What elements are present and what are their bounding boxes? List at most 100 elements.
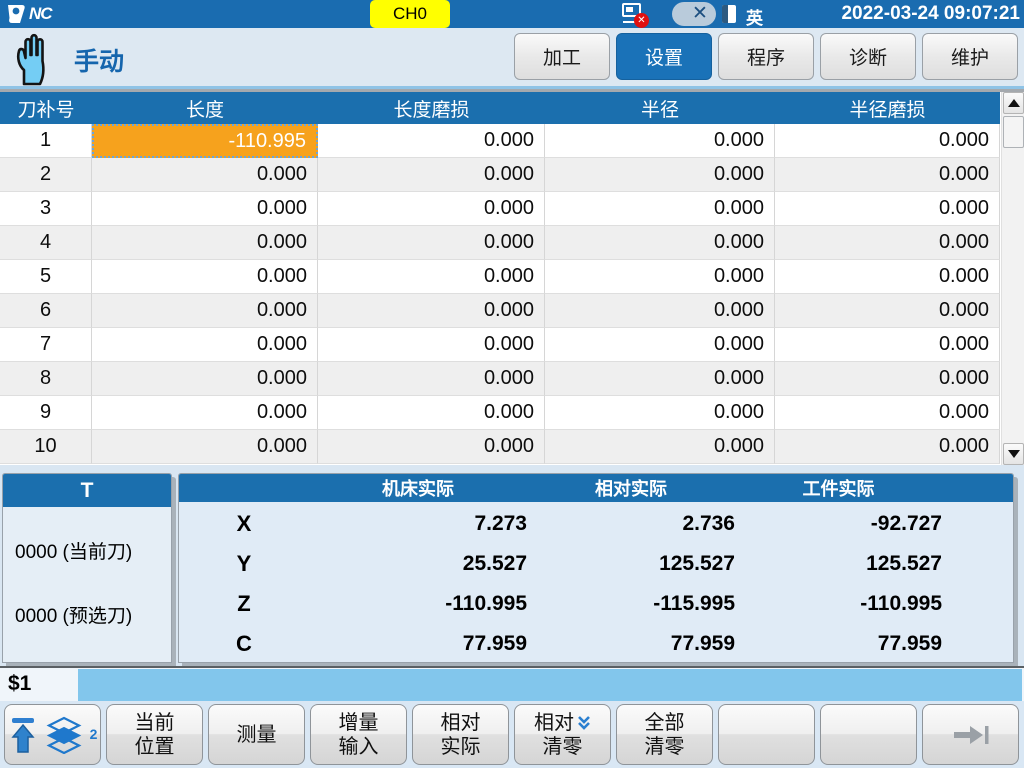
datetime-display: 2022-03-24 09:07:21 [841, 3, 1020, 25]
softkey-empty-2[interactable] [820, 704, 917, 765]
cnc-screen: NC CH0 ✕ ✕ 英 2022-03-24 09:07:21 手动 加工 设… [0, 0, 1024, 768]
cell-offset-no[interactable]: 9 [0, 396, 92, 430]
cell-radius-wear[interactable]: 0.000 [775, 226, 1000, 260]
channel-status-bar: $1 [0, 666, 1024, 701]
cell-radius[interactable]: 0.000 [545, 260, 775, 294]
channel-badge: CH0 [370, 0, 450, 28]
table-row: 2 0.000 0.000 0.000 0.000 [0, 158, 1000, 192]
softkey-clear-all[interactable]: 全部 清零 [616, 704, 713, 765]
cell-radius-wear[interactable]: 0.000 [775, 396, 1000, 430]
cell-radius-wear[interactable]: 0.000 [775, 328, 1000, 362]
cell-length-wear[interactable]: 0.000 [318, 192, 545, 226]
cell-length-wear[interactable]: 0.000 [318, 396, 545, 430]
tab-maintenance[interactable]: 维护 [922, 33, 1018, 80]
softkey-label: 清零 [645, 735, 685, 759]
cell-radius[interactable]: 0.000 [545, 226, 775, 260]
cell-offset-no[interactable]: 5 [0, 260, 92, 294]
table-row: 3 0.000 0.000 0.000 0.000 [0, 192, 1000, 226]
cell-length-wear[interactable]: 0.000 [318, 226, 545, 260]
cell-radius-wear[interactable]: 0.000 [775, 124, 1000, 158]
language-indicator[interactable]: 英 [746, 4, 763, 29]
mode-title: 手动 [74, 42, 124, 78]
cell-radius[interactable]: 0.000 [545, 124, 775, 158]
scroll-up-button[interactable] [1003, 92, 1024, 114]
softkey-relative-actual[interactable]: 相对 实际 [412, 704, 509, 765]
tab-diagnosis[interactable]: 诊断 [820, 33, 916, 80]
softkey-measure[interactable]: 测量 [208, 704, 305, 765]
softkey-relative-clear[interactable]: 相对 清零 [514, 704, 611, 765]
cell-offset-no[interactable]: 1 [0, 124, 92, 158]
cell-radius-wear[interactable]: 0.000 [775, 158, 1000, 192]
table-row: 5 0.000 0.000 0.000 0.000 [0, 260, 1000, 294]
cell-length[interactable]: 0.000 [92, 396, 318, 430]
softkey-label: 位置 [135, 735, 175, 759]
axis-label: Y [179, 544, 309, 584]
cell-radius-wear[interactable]: 0.000 [775, 294, 1000, 328]
tool-panel: T 0000 (当前刀) 0000 (预选刀) [2, 473, 172, 663]
cell-radius[interactable]: 0.000 [545, 158, 775, 192]
cell-radius-wear[interactable]: 0.000 [775, 192, 1000, 226]
cell-radius[interactable]: 0.000 [545, 192, 775, 226]
softkey-label: 相对 [534, 711, 574, 735]
cell-offset-no[interactable]: 7 [0, 328, 92, 362]
cell-length-selected[interactable]: -110.995 [92, 124, 318, 158]
cell-length-wear[interactable]: 0.000 [318, 328, 545, 362]
cell-length[interactable]: 0.000 [92, 260, 318, 294]
col-header-offset-no: 刀补号 [0, 92, 92, 124]
cell-length[interactable]: 0.000 [92, 192, 318, 226]
layers-count-badge: 2 [90, 726, 98, 743]
machine-value: -110.995 [309, 584, 527, 624]
cell-radius[interactable]: 0.000 [545, 362, 775, 396]
cell-length-wear[interactable]: 0.000 [318, 362, 545, 396]
cell-radius-wear[interactable]: 0.000 [775, 260, 1000, 294]
cell-length-wear[interactable]: 0.000 [318, 294, 545, 328]
softkey-incremental-input[interactable]: 增量 输入 [310, 704, 407, 765]
axis-label: X [179, 504, 309, 544]
cell-offset-no[interactable]: 6 [0, 294, 92, 328]
cell-length-wear[interactable]: 0.000 [318, 430, 545, 464]
cell-radius-wear[interactable]: 0.000 [775, 430, 1000, 464]
cell-radius[interactable]: 0.000 [545, 396, 775, 430]
next-page-arrow-icon [950, 722, 992, 748]
softkey-current-position[interactable]: 当前 位置 [106, 704, 203, 765]
hnc-logo-text: NC [29, 4, 52, 24]
cell-radius-wear[interactable]: 0.000 [775, 362, 1000, 396]
cell-length[interactable]: 0.000 [92, 158, 318, 192]
relative-value: -115.995 [527, 584, 735, 624]
softkey-next-menu[interactable] [922, 704, 1019, 765]
cell-offset-no[interactable]: 8 [0, 362, 92, 396]
cell-radius[interactable]: 0.000 [545, 328, 775, 362]
cell-offset-no[interactable]: 2 [0, 158, 92, 192]
cell-radius[interactable]: 0.000 [545, 294, 775, 328]
softkey-empty-1[interactable] [718, 704, 815, 765]
tab-machining[interactable]: 加工 [514, 33, 610, 80]
table-scrollbar[interactable] [1001, 92, 1024, 465]
layers-icon [46, 716, 82, 754]
work-value: 77.959 [735, 624, 942, 664]
cell-length-wear[interactable]: 0.000 [318, 260, 545, 294]
tab-settings[interactable]: 设置 [616, 33, 712, 80]
scroll-down-button[interactable] [1003, 443, 1024, 465]
axis-label: C [179, 624, 309, 664]
cell-offset-no[interactable]: 4 [0, 226, 92, 260]
cell-offset-no[interactable]: 3 [0, 192, 92, 226]
cell-length[interactable]: 0.000 [92, 362, 318, 396]
cell-radius[interactable]: 0.000 [545, 430, 775, 464]
network-disconnected-icon: ✕ [620, 2, 654, 28]
cell-length-wear[interactable]: 0.000 [318, 124, 545, 158]
softkey-navigation[interactable]: 2 [4, 704, 101, 765]
cell-length[interactable]: 0.000 [92, 226, 318, 260]
cell-length[interactable]: 0.000 [92, 294, 318, 328]
softkey-label: 全部 [645, 711, 685, 735]
current-tool-value: 0000 (当前刀) [15, 537, 171, 564]
table-row: 6 0.000 0.000 0.000 0.000 [0, 294, 1000, 328]
tab-program[interactable]: 程序 [718, 33, 814, 80]
cell-offset-no[interactable]: 10 [0, 430, 92, 464]
scrollbar-thumb[interactable] [1003, 116, 1024, 148]
cell-length[interactable]: 0.000 [92, 328, 318, 362]
cell-length[interactable]: 0.000 [92, 430, 318, 464]
cell-length-wear[interactable]: 0.000 [318, 158, 545, 192]
softkey-label: 当前 [135, 711, 175, 735]
tool-offset-table-header: 刀补号 长度 长度磨损 半径 半径磨损 [0, 92, 1000, 124]
col-header-relative-actual: 相对实际 [527, 474, 735, 502]
